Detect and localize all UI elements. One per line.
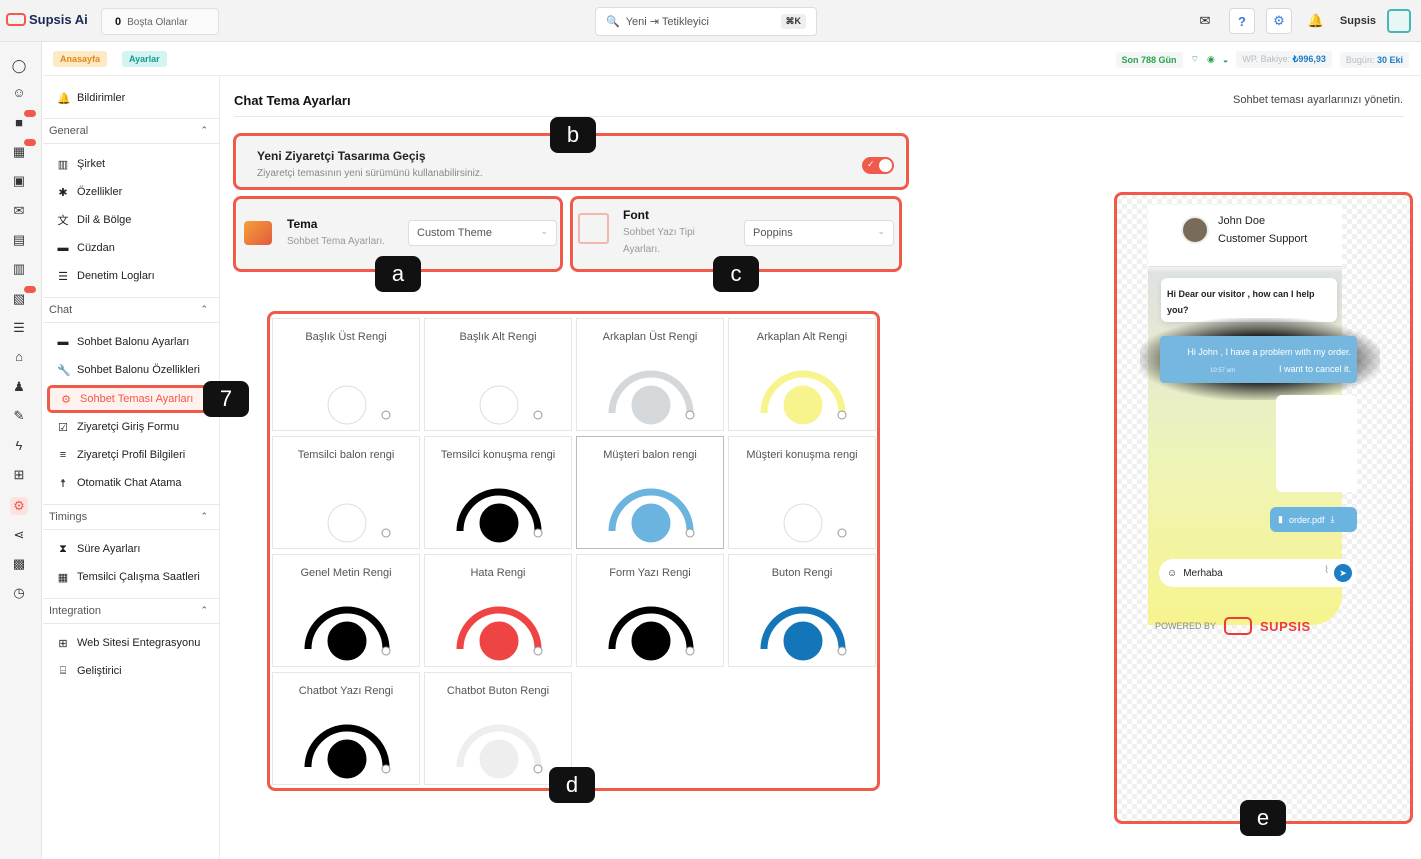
columns-icon[interactable]: ☰ xyxy=(10,319,28,337)
top-bar: Supsis Ai 0 Boşta Olanlar 🔍 Yeni ⇥ Tetikl… xyxy=(0,0,1421,42)
wifi-icon: ⌔ xyxy=(1190,54,1199,64)
card-icon[interactable]: ▣ xyxy=(10,172,28,190)
document-icon[interactable]: ▥ xyxy=(10,260,28,278)
breadcrumb-current[interactable]: Ayarlar xyxy=(122,51,167,67)
grid-icon[interactable]: ⊞ xyxy=(10,466,28,484)
idle-label: Boşta Olanlar xyxy=(127,17,188,28)
status-icon: ◒ xyxy=(1222,54,1229,65)
annotation-a: a xyxy=(375,256,421,292)
sidebar-item-audit-logs[interactable]: ☰ Denetim Logları xyxy=(57,266,155,286)
days-badge: Son 788 Gün xyxy=(1115,51,1183,68)
search-icon: 🔍 xyxy=(606,16,620,28)
avatar[interactable] xyxy=(1387,9,1411,33)
whatsapp-icon: ◉ xyxy=(1206,54,1215,64)
notes-icon[interactable]: ▧ xyxy=(10,286,36,308)
chevron-up-icon: ⌃ xyxy=(200,511,208,521)
app-name: Supsis Ai xyxy=(29,12,88,27)
bell-icon[interactable]: 🔔 xyxy=(1303,8,1329,34)
chevron-up-icon: ⌃ xyxy=(200,304,208,314)
mail-icon[interactable]: ✉ xyxy=(1192,8,1218,34)
idle-count: 0 xyxy=(115,16,122,28)
sidebar-item-developer[interactable]: ⌸ Geliştirici xyxy=(57,661,122,681)
highlight-d xyxy=(267,311,880,791)
building-icon: ▥ xyxy=(57,158,69,171)
section-timings[interactable]: Timings ⌃ xyxy=(43,504,220,530)
calendar-small-icon: ▦ xyxy=(57,571,69,584)
sidebar-item-web-integration[interactable]: ⊞ Web Sitesi Entegrasyonu xyxy=(57,633,200,653)
annotation-e: e xyxy=(1240,800,1286,836)
clock-icon[interactable]: ◷ xyxy=(10,584,28,602)
breadcrumb-home[interactable]: Anasayfa xyxy=(53,51,108,67)
mail-rail-icon[interactable]: ✉ xyxy=(10,202,28,220)
sidebar-item-bubble-settings[interactable]: ▬ Sohbet Balonu Ayarları xyxy=(57,332,190,352)
breadcrumb: Anasayfa Ayarlar Son 788 Gün ⌔ ◉ ◒ WP. B… xyxy=(43,43,1421,76)
shortcut-hint: ⌘K xyxy=(780,14,806,29)
calendar-icon[interactable]: ▤ xyxy=(10,231,28,249)
gear-active-icon: ⚙ xyxy=(61,393,71,406)
section-general[interactable]: General ⌃ xyxy=(43,118,220,144)
idle-agents-button[interactable]: 0 Boşta Olanlar xyxy=(101,8,219,35)
wallet-icon: ▬ xyxy=(57,242,69,254)
annotation-7: 7 xyxy=(203,381,249,417)
user-name[interactable]: Supsis xyxy=(1340,15,1376,27)
pen-icon[interactable]: ✎ xyxy=(10,407,28,425)
annotation-c: c xyxy=(713,256,759,292)
supsis-logo-icon xyxy=(6,13,26,26)
sidebar-item-entry-form[interactable]: ☑ Ziyaretçi Giriş Formu xyxy=(57,417,179,437)
page-description: Sohbet teması ayarlarınızı yönetin. xyxy=(1233,94,1403,106)
list-icon: ☰ xyxy=(58,270,68,283)
sidebar-item-features[interactable]: ✱ Özellikler xyxy=(57,182,122,202)
profile-list-icon: ≡ xyxy=(59,449,67,461)
sidebar-item-language[interactable]: 文 Dil & Bölge xyxy=(57,210,132,230)
status-bar: Son 788 Gün ⌔ ◉ ◒ WP. Bakiye: ₺996,93 Bu… xyxy=(1115,51,1409,68)
settings-icon[interactable]: ⚙ xyxy=(10,497,28,515)
sidebar-item-auto-assign[interactable]: ☨ Otomatik Chat Atama xyxy=(57,473,182,493)
annotation-d: d xyxy=(549,767,595,803)
bot-icon[interactable]: ☺ xyxy=(10,84,28,102)
sidebar-item-duration[interactable]: ⧗ Süre Ayarları xyxy=(57,539,140,559)
page-title: Chat Tema Ayarları xyxy=(234,93,351,108)
inbox-icon[interactable]: ⌂ xyxy=(10,348,28,366)
store-icon[interactable]: ▩ xyxy=(10,555,28,573)
divider xyxy=(234,116,1404,117)
topbar-actions: ✉ ? ⚙ 🔔 Supsis xyxy=(1192,8,1411,34)
table-icon[interactable]: ▦ xyxy=(10,139,36,161)
highlight-e xyxy=(1114,192,1413,824)
help-icon[interactable]: ? xyxy=(1228,8,1255,34)
plus-box-icon: ⊞ xyxy=(58,637,68,650)
search-input[interactable]: 🔍 Yeni ⇥ Tetikleyici ⌘K xyxy=(595,7,817,36)
tickets-icon[interactable]: ■ xyxy=(10,110,36,132)
chat-icon[interactable]: ◯ xyxy=(10,57,28,75)
code-icon: ⌸ xyxy=(59,664,67,677)
sidebar-item-notifications[interactable]: 🔔 Bildirimler xyxy=(57,88,125,108)
gear-small-icon: ✱ xyxy=(58,186,68,199)
sidebar-item-visitor-profile[interactable]: ≡ Ziyaretçi Profil Bilgileri xyxy=(57,445,185,465)
person-icon: ☨ xyxy=(60,477,66,490)
sidebar-item-wallet[interactable]: ▬ Cüzdan xyxy=(57,238,115,258)
translate-icon: 文 xyxy=(57,215,69,227)
chevron-up-icon: ⌃ xyxy=(200,605,208,615)
bell-small-icon: 🔔 xyxy=(57,92,71,105)
date-badge: Bugün: 30 Eki xyxy=(1339,51,1409,68)
chat-bubble-icon: ▬ xyxy=(57,336,69,348)
section-integration[interactable]: Integration ⌃ xyxy=(43,598,220,624)
icon-rail: ◯ ☺ ■ ▦ ▣ ✉ ▤ ▥ ▧ ☰ ⌂ ♟ ✎ ϟ ⊞ ⚙ ⋖ ▩ ◷ xyxy=(0,42,42,859)
app-logo[interactable]: Supsis Ai xyxy=(6,12,88,27)
search-placeholder: Yeni ⇥ Tetikleyici xyxy=(625,16,709,28)
sidebar-item-company[interactable]: ▥ Şirket xyxy=(57,154,105,174)
balance-badge: WP. Bakiye: ₺996,93 xyxy=(1236,51,1332,68)
chevron-up-icon: ⌃ xyxy=(200,125,208,135)
section-chat[interactable]: Chat ⌃ xyxy=(43,297,220,323)
hourglass-icon: ⧗ xyxy=(59,542,67,555)
checkbox-icon: ☑ xyxy=(58,421,68,434)
annotation-b: b xyxy=(550,117,596,153)
lightning-icon[interactable]: ϟ xyxy=(10,437,28,455)
share-icon[interactable]: ⋖ xyxy=(10,526,28,544)
settings-sidebar: 🔔 Bildirimler General ⌃ ▥ Şirket ✱ Özellikle… xyxy=(43,76,238,859)
sidebar-item-working-hours[interactable]: ▦ Temsilci Çalışma Saatleri xyxy=(57,567,200,587)
users-icon[interactable]: ♟ xyxy=(10,378,28,396)
sidebar-item-bubble-features[interactable]: 🔧 Sohbet Balonu Özellikleri xyxy=(57,360,200,380)
wrench-icon: 🔧 xyxy=(57,364,71,377)
gear-icon[interactable]: ⚙ xyxy=(1265,8,1292,34)
